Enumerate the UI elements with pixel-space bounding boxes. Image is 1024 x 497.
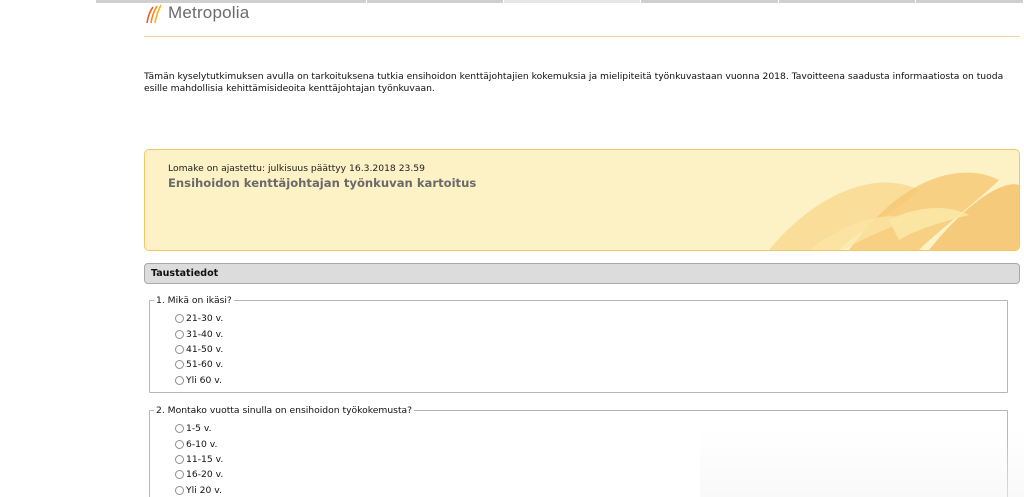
radio-option[interactable]: 41-50 v.	[175, 342, 223, 357]
question-experience: 2. Montako vuotta sinulla on ensihoidon …	[149, 405, 1008, 497]
header-divider	[144, 36, 1020, 37]
radio-option[interactable]: 11-15 v.	[175, 452, 223, 467]
radio-button[interactable]	[175, 424, 184, 434]
radio-option[interactable]: 6-10 v.	[175, 436, 223, 451]
schedule-notice: Lomake on ajastettu: julkisuus päättyy 1…	[168, 163, 425, 174]
radio-option[interactable]: 31-40 v.	[175, 326, 223, 341]
intro-text: Tämän kyselytutkimuksen avulla on tarkoi…	[144, 71, 1004, 94]
survey-banner: Lomake on ajastettu: julkisuus päättyy 1…	[144, 149, 1020, 251]
radio-button[interactable]	[175, 454, 184, 464]
radio-button[interactable]	[175, 375, 184, 385]
brand-name: Metropolia	[168, 3, 250, 22]
radio-option[interactable]: Yli 60 v.	[175, 373, 223, 388]
question-age: 1. Mikä on ikäsi? 21-30 v. 31-40 v. 41-5…	[149, 295, 1008, 393]
option-label: 41-50 v.	[186, 343, 224, 355]
radio-option[interactable]: 16-20 v.	[175, 467, 223, 482]
option-label: 51-60 v.	[186, 359, 224, 371]
option-label: 1-5 v.	[186, 423, 212, 435]
radio-button[interactable]	[175, 439, 184, 449]
radio-button[interactable]	[175, 314, 184, 324]
option-label: 6-10 v.	[186, 438, 218, 450]
radio-button[interactable]	[175, 470, 184, 480]
radio-group-age: 21-30 v. 31-40 v. 41-50 v. 51-60 v. Yli …	[175, 311, 223, 388]
option-label: 31-40 v.	[186, 328, 224, 340]
radio-option[interactable]: Yli 20 v.	[175, 483, 223, 497]
option-label: 11-15 v.	[186, 453, 224, 465]
option-label: 16-20 v.	[186, 469, 224, 481]
option-label: Yli 60 v.	[186, 374, 222, 386]
survey-title: Ensihoidon kenttäjohtajan työnkuvan kart…	[168, 176, 477, 190]
radio-button[interactable]	[175, 485, 184, 495]
question-label: 2. Montako vuotta sinulla on ensihoidon …	[154, 405, 415, 416]
question-label: 1. Mikä on ikäsi?	[154, 295, 234, 306]
section-header: Taustatiedot	[144, 263, 1020, 284]
section-title: Taustatiedot	[151, 268, 219, 279]
brand-logo[interactable]: Metropolia	[144, 0, 249, 26]
option-label: Yli 20 v.	[186, 484, 222, 496]
page: Metropolia Tämän kyselytutkimuksen avull…	[0, 0, 1024, 497]
radio-option[interactable]: 51-60 v.	[175, 357, 223, 372]
radio-option[interactable]: 1-5 v.	[175, 421, 223, 436]
metropolia-flame-icon	[146, 4, 162, 24]
radio-button[interactable]	[175, 360, 184, 370]
radio-button[interactable]	[175, 329, 184, 339]
option-label: 21-30 v.	[186, 313, 224, 325]
radio-option[interactable]: 21-30 v.	[175, 311, 223, 326]
radio-button[interactable]	[175, 344, 184, 354]
radio-group-experience: 1-5 v. 6-10 v. 11-15 v. 16-20 v. Yli 20 …	[175, 421, 223, 497]
banner-decoration	[769, 172, 1019, 250]
